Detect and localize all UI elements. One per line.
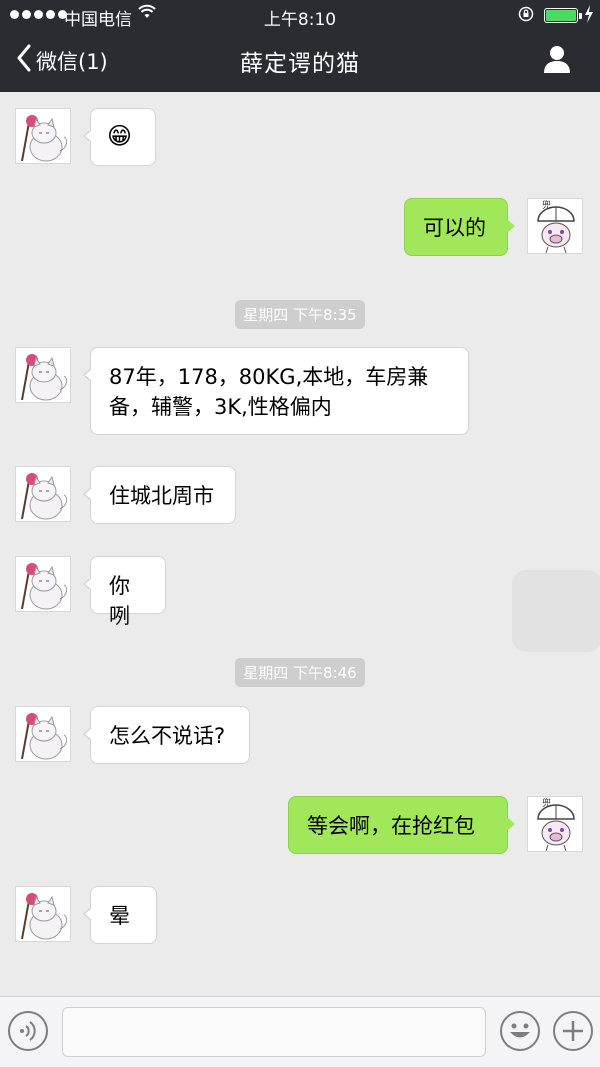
timestamp: 星期四 下午8:35 (0, 300, 600, 329)
top-bar: 中国电信 上午8:10 微信(1) 薛定谔的猫 (0, 0, 600, 92)
voice-icon (20, 1021, 36, 1041)
message-bubble-outgoing[interactable]: 等会啊，在抢红包 (288, 796, 515, 854)
timestamp: 星期四 下午8:46 (0, 658, 600, 687)
message-bubble-incoming[interactable]: 怎么不说话? (83, 706, 250, 764)
message-bubble-incoming[interactable]: 😁 (83, 108, 156, 166)
message-bubble-incoming[interactable]: 87年，178，80KG,本地，车房兼备，辅警，3K,性格偏内 (83, 347, 469, 435)
message-bubble-incoming[interactable]: 晕 (83, 886, 157, 944)
message-bubble-incoming[interactable]: 你咧 (83, 556, 166, 628)
my-avatar[interactable] (527, 796, 583, 852)
chat-area[interactable]: 兜 😁 可以的 星期四 下午8:35 87年，178，80KG,本地，车房兼备，… (0, 92, 600, 996)
emoji-icon (510, 1023, 530, 1038)
contact-avatar[interactable] (15, 556, 71, 612)
battery-tip (579, 13, 582, 19)
input-bar (0, 996, 600, 1067)
navigation-bar: 微信(1) 薛定谔的猫 (0, 32, 600, 92)
my-avatar[interactable] (527, 198, 583, 254)
battery-icon (544, 8, 578, 23)
charging-icon (584, 5, 594, 27)
contact-avatar[interactable] (15, 347, 71, 403)
status-bar: 中国电信 上午8:10 (0, 0, 600, 32)
person-icon[interactable] (542, 44, 574, 76)
status-time: 上午8:10 (263, 10, 337, 30)
voice-button[interactable] (8, 1011, 48, 1051)
floating-assistive-button[interactable] (512, 570, 600, 652)
message-bubble-outgoing[interactable]: 可以的 (404, 198, 515, 256)
chat-title: 薛定谔的猫 (240, 51, 360, 77)
rotation-lock-icon (518, 6, 534, 26)
emoji-button[interactable] (500, 1011, 540, 1051)
message-bubble-incoming[interactable]: 住城北周市 (83, 466, 236, 524)
contact-avatar[interactable] (15, 886, 71, 942)
contact-avatar[interactable] (15, 108, 71, 164)
timestamp-label: 星期四 下午8:35 (235, 300, 365, 329)
timestamp-label: 星期四 下午8:46 (235, 658, 365, 687)
contact-avatar[interactable] (15, 466, 71, 522)
plus-icon (563, 1021, 583, 1041)
contact-avatar[interactable] (15, 706, 71, 762)
message-input[interactable] (62, 1007, 486, 1057)
more-button[interactable] (553, 1011, 593, 1051)
